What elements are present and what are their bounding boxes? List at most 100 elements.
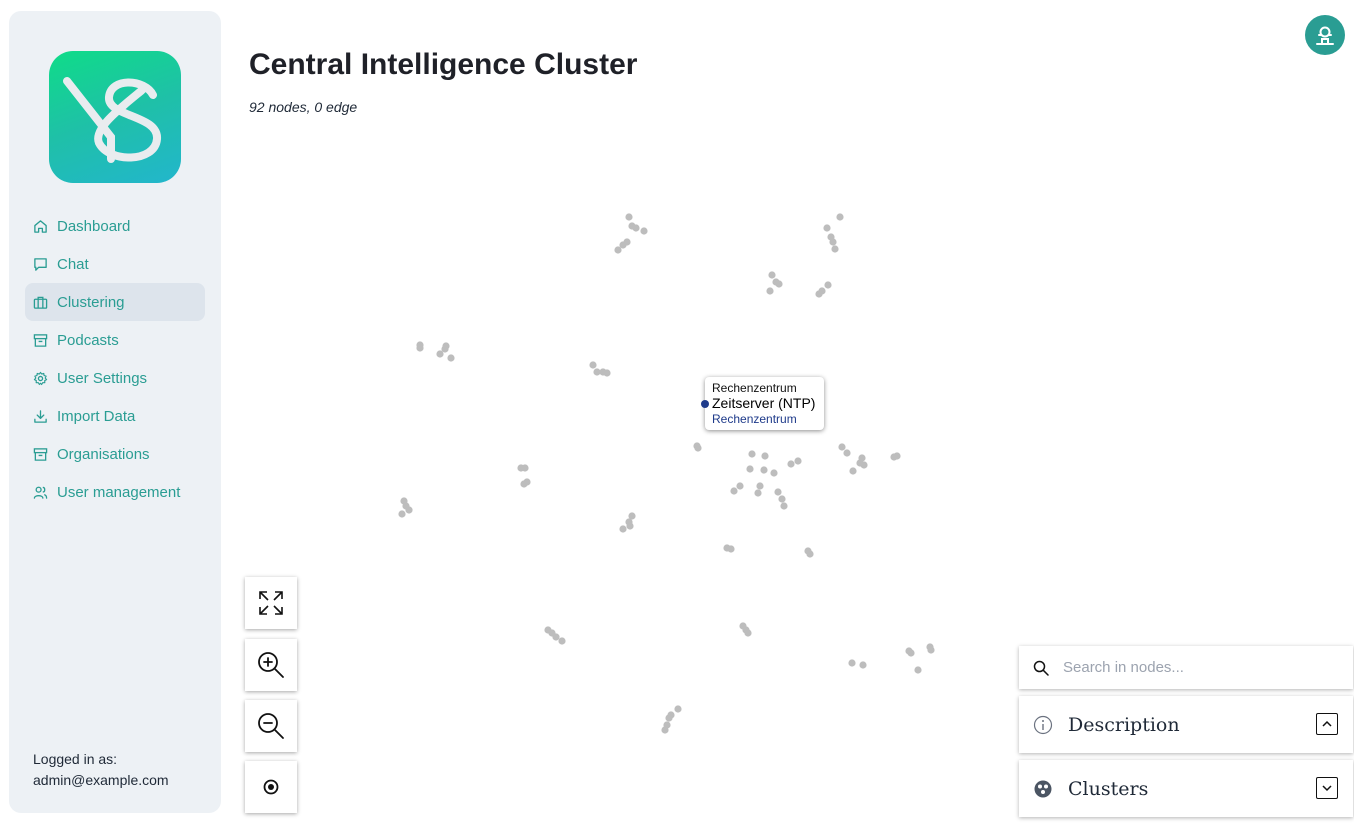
graph-node[interactable] (674, 705, 682, 713)
graph-node[interactable] (838, 443, 846, 451)
graph-node[interactable] (778, 495, 786, 503)
graph-node[interactable] (860, 461, 868, 469)
search-input[interactable] (1063, 659, 1333, 676)
graph-node[interactable] (661, 726, 669, 734)
logo-icon (63, 77, 161, 163)
sidebar-item-dashboard[interactable]: Dashboard (25, 207, 205, 245)
graph-node[interactable] (436, 350, 444, 358)
graph-node[interactable] (849, 467, 857, 475)
sidebar-item-label: User management (57, 483, 181, 501)
info-icon (1033, 715, 1053, 734)
briefcase-icon (33, 296, 48, 309)
graph-node[interactable] (770, 469, 778, 477)
highlighted-node[interactable] (701, 400, 709, 408)
graph-node[interactable] (447, 354, 455, 362)
sidebar-item-import-data[interactable]: Import Data (25, 397, 205, 435)
graph-node[interactable] (746, 465, 754, 473)
sidebar-item-chat[interactable]: Chat (25, 245, 205, 283)
sidebar-item-podcasts[interactable]: Podcasts (25, 321, 205, 359)
fullscreen-icon (259, 591, 283, 615)
graph-node[interactable] (824, 281, 832, 289)
graph-node[interactable] (727, 545, 735, 553)
graph-node[interactable] (520, 480, 528, 488)
user-icon (1316, 26, 1334, 45)
zoom-in-button[interactable] (245, 639, 297, 691)
graph-node[interactable] (744, 629, 752, 637)
chevron-down-icon (1322, 785, 1332, 792)
graph-node[interactable] (756, 482, 764, 490)
graph-node[interactable] (736, 482, 744, 490)
graph-node[interactable] (748, 450, 756, 458)
sidebar-item-label: Dashboard (57, 217, 131, 235)
sidebar-nav: Dashboard Chat Clustering Podcasts User … (25, 207, 205, 511)
graph-node[interactable] (558, 637, 566, 645)
graph-node[interactable] (848, 659, 856, 667)
graph-node[interactable] (603, 369, 611, 377)
graph-node[interactable] (927, 646, 935, 654)
graph-node[interactable] (806, 550, 814, 558)
node-tooltip: Rechenzentrum Zeitserver (NTP) Rechenzen… (701, 377, 824, 430)
graph-node[interactable] (416, 344, 424, 352)
graph-node[interactable] (775, 280, 783, 288)
clusters-panel-header[interactable]: Clusters (1019, 760, 1353, 817)
sidebar-item-user-management[interactable]: User management (25, 473, 205, 511)
graph-node[interactable] (398, 510, 406, 518)
graph-node[interactable] (694, 444, 702, 452)
graph-node[interactable] (893, 452, 901, 460)
app-logo[interactable] (49, 51, 181, 183)
graph-stats: 92 nodes, 0 edge (249, 99, 358, 115)
download-icon (34, 409, 47, 423)
graph-node[interactable] (831, 245, 839, 253)
description-panel-header[interactable]: Description (1019, 696, 1353, 753)
graph-node[interactable] (640, 227, 648, 235)
sidebar-item-user-settings[interactable]: User Settings (25, 359, 205, 397)
graph-node[interactable] (859, 661, 867, 669)
graph-node[interactable] (766, 287, 774, 295)
graph-node[interactable] (754, 489, 762, 497)
graph-node[interactable] (619, 525, 627, 533)
sidebar-item-organisations[interactable]: Organisations (25, 435, 205, 473)
graph-node[interactable] (768, 271, 776, 279)
graph-node[interactable] (405, 506, 413, 514)
graph-node[interactable] (730, 487, 738, 495)
graph-node[interactable] (626, 522, 634, 530)
tooltip-label: Zeitserver (NTP) (712, 395, 816, 411)
zoom-out-icon (258, 713, 284, 739)
clusters-toggle[interactable] (1316, 777, 1338, 799)
zoom-in-icon (258, 652, 284, 678)
clusters-title: Clusters (1068, 777, 1149, 800)
tooltip-category: Rechenzentrum (712, 381, 797, 395)
sidebar-item-label: Podcasts (57, 331, 119, 349)
graph-node[interactable] (761, 452, 769, 460)
graph-node[interactable] (632, 224, 640, 232)
graph-node[interactable] (907, 649, 915, 657)
logged-in-info: Logged in as: admin@example.com (33, 749, 169, 791)
reset-view-button[interactable] (245, 761, 297, 813)
graph-node[interactable] (843, 449, 851, 457)
graph-node[interactable] (794, 457, 802, 465)
graph-node[interactable] (625, 213, 633, 221)
user-avatar-button[interactable] (1305, 15, 1345, 55)
graph-node[interactable] (914, 666, 922, 674)
graph-node[interactable] (815, 290, 823, 298)
graph-node[interactable] (780, 502, 788, 510)
search-icon (1033, 660, 1049, 676)
fullscreen-button[interactable] (245, 577, 297, 629)
zoom-out-button[interactable] (245, 700, 297, 752)
sidebar-item-label: Import Data (57, 407, 136, 425)
graph-node[interactable] (787, 460, 795, 468)
graph-node[interactable] (614, 246, 622, 254)
graph-node[interactable] (760, 466, 768, 474)
graph-node[interactable] (589, 361, 597, 369)
target-icon (263, 779, 279, 795)
sidebar-item-clustering[interactable]: Clustering (25, 283, 205, 321)
graph-node[interactable] (823, 224, 831, 232)
graph-node[interactable] (829, 238, 837, 246)
graph-node[interactable] (521, 464, 529, 472)
graph-node[interactable] (665, 714, 673, 722)
graph-node[interactable] (774, 488, 782, 496)
page-title: Central Intelligence Cluster (249, 48, 638, 81)
graph-node[interactable] (836, 213, 844, 221)
description-toggle[interactable] (1316, 713, 1338, 735)
graph-node[interactable] (552, 633, 560, 641)
